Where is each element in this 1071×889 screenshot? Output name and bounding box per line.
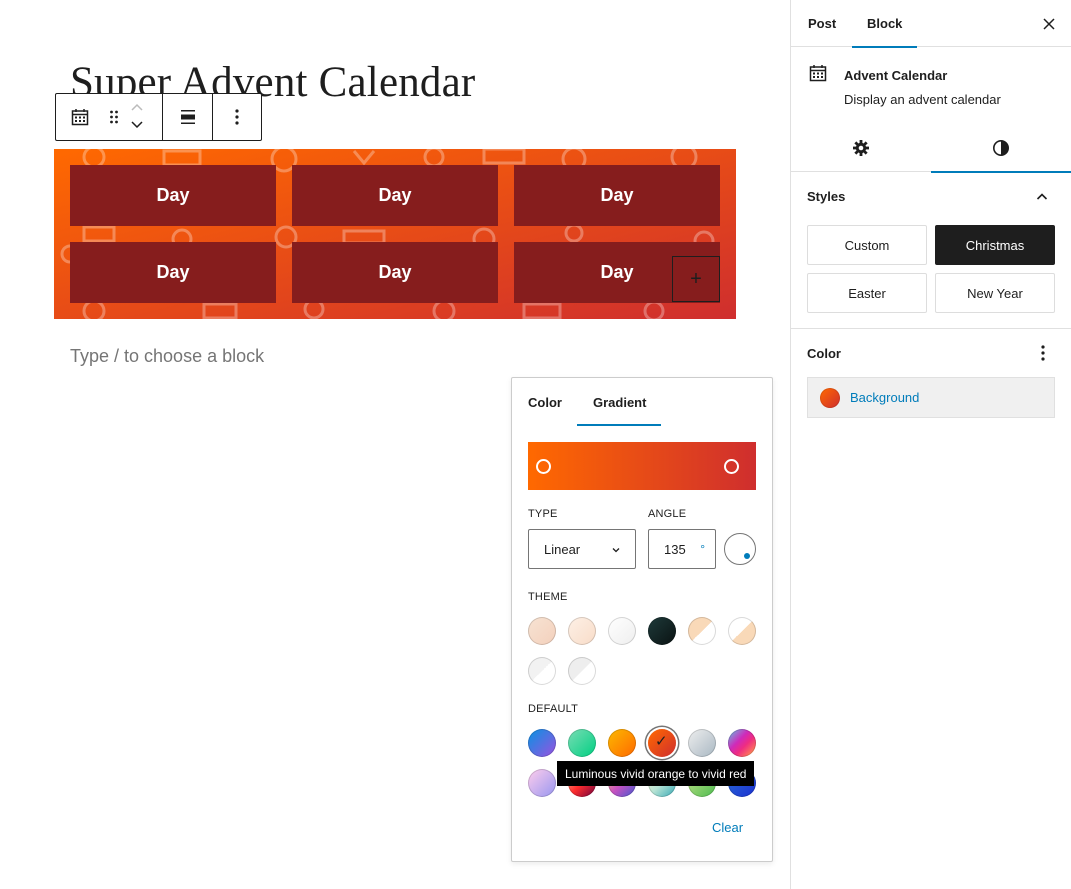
background-swatch: [820, 387, 840, 408]
drag-handle-icon[interactable]: [104, 94, 124, 140]
default-gradient-swatch[interactable]: [528, 729, 556, 757]
day-tile[interactable]: Day: [70, 242, 276, 303]
day-tile[interactable]: Day: [292, 165, 498, 226]
tab-gradient[interactable]: Gradient: [577, 378, 661, 426]
block-card-description: Display an advent calendar: [844, 92, 1001, 107]
block-toolbar: [55, 93, 262, 141]
calendar-icon[interactable]: [56, 94, 104, 140]
style-new-year-button[interactable]: New Year: [935, 273, 1055, 313]
color-panel-title: Color: [807, 346, 841, 361]
settings-gear-icon[interactable]: [791, 124, 931, 172]
style-christmas-button[interactable]: Christmas: [935, 225, 1055, 265]
default-label: DEFAULT: [528, 703, 579, 715]
theme-label: THEME: [528, 591, 568, 603]
panel-divider: [791, 328, 1071, 329]
day-tile[interactable]: Day: [292, 242, 498, 303]
type-label: TYPE: [528, 508, 558, 520]
chevron-up-icon[interactable]: [130, 101, 144, 117]
default-gradient-swatch[interactable]: [728, 729, 756, 757]
chevron-down-icon: [611, 543, 621, 558]
theme-gradient-swatch[interactable]: [608, 617, 636, 645]
angle-unit: °: [700, 542, 705, 556]
gradient-stop-start[interactable]: [536, 459, 551, 474]
angle-value: 135: [664, 541, 686, 557]
align-wide-icon[interactable]: [164, 94, 212, 140]
default-gradient-swatch[interactable]: [608, 729, 636, 757]
default-gradient-swatch[interactable]: [528, 769, 556, 797]
style-custom-button[interactable]: Custom: [807, 225, 927, 265]
chevron-down-icon[interactable]: [130, 117, 144, 133]
theme-gradient-swatch[interactable]: [688, 617, 716, 645]
block-movers: [124, 101, 150, 133]
block-card-title: Advent Calendar: [844, 68, 948, 83]
toolbar-group-align: [163, 94, 214, 140]
default-block-placeholder[interactable]: Type / to choose a block: [70, 346, 264, 367]
day-tile[interactable]: Day: [70, 165, 276, 226]
clear-button[interactable]: Clear: [712, 820, 743, 835]
theme-gradient-swatch[interactable]: [728, 617, 756, 645]
toolbar-group-more: [213, 94, 261, 140]
chevron-up-icon[interactable]: [1036, 189, 1048, 207]
default-gradient-swatch[interactable]: ✓: [648, 729, 676, 757]
sidebar-subtabs: [791, 124, 1071, 173]
styles-panel-title[interactable]: Styles: [807, 189, 845, 204]
gradient-type-select[interactable]: Linear: [528, 529, 636, 569]
calendar-icon: [809, 64, 827, 87]
advent-calendar-block[interactable]: Day Day Day Day Day Day +: [54, 149, 736, 319]
theme-gradient-swatch[interactable]: [568, 657, 596, 685]
toolbar-group-block: [56, 94, 164, 140]
angle-label: ANGLE: [648, 508, 687, 520]
sidebar-header: Post Block: [791, 0, 1071, 48]
theme-gradient-swatch[interactable]: [528, 657, 556, 685]
swatch-tooltip: Luminous vivid orange to vivid red: [557, 761, 755, 786]
background-label: Background: [850, 390, 920, 405]
gradient-preview-bar[interactable]: [528, 442, 756, 490]
gradient-stop-end[interactable]: [724, 459, 739, 474]
color-gradient-popover: Color Gradient TYPE ANGLE Linear 135 ° T…: [511, 377, 773, 862]
default-gradient-swatch[interactable]: [688, 729, 716, 757]
angle-picker-dial[interactable]: [724, 533, 756, 565]
check-icon: ✓: [655, 733, 668, 750]
theme-gradient-swatch[interactable]: [648, 617, 676, 645]
theme-gradient-swatch[interactable]: [568, 617, 596, 645]
block-appender-button[interactable]: +: [672, 256, 720, 302]
more-vertical-icon[interactable]: [1041, 345, 1045, 366]
tab-post[interactable]: Post: [808, 0, 836, 47]
close-icon[interactable]: [1043, 14, 1055, 35]
tab-block[interactable]: Block: [852, 0, 918, 48]
day-tile[interactable]: Day: [514, 165, 720, 226]
background-color-item[interactable]: Background: [807, 377, 1055, 418]
gradient-type-value: Linear: [544, 541, 581, 557]
theme-gradient-swatch[interactable]: [528, 617, 556, 645]
tab-color[interactable]: Color: [512, 378, 577, 426]
style-easter-button[interactable]: Easter: [807, 273, 927, 313]
angle-number-input[interactable]: 135 °: [648, 529, 716, 569]
drag-dots: [110, 110, 118, 124]
calendar-icon-glyph: [71, 109, 89, 126]
default-gradient-swatch[interactable]: [568, 729, 596, 757]
popover-tabs: Color Gradient: [512, 378, 772, 426]
settings-sidebar: Post Block Advent Calendar Display an ad…: [790, 0, 1071, 889]
styles-contrast-icon[interactable]: [931, 124, 1071, 173]
more-vertical-icon[interactable]: [214, 94, 260, 140]
